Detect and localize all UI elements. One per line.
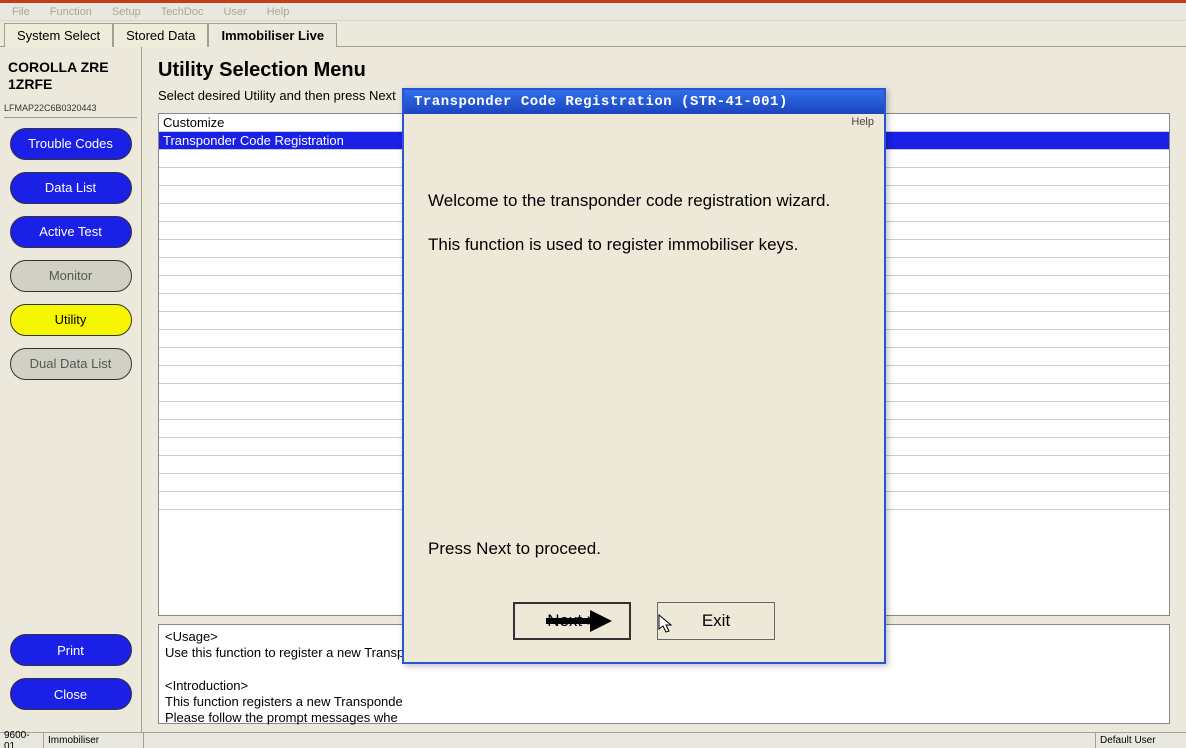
vehicle-label: COROLLA ZRE 1ZRFE <box>4 57 137 103</box>
menu-user[interactable]: User <box>217 5 252 19</box>
statusbar: 9600-01 Immobiliser Default User <box>0 732 1186 748</box>
exit-button[interactable]: Exit <box>657 602 775 640</box>
dialog-title: Transponder Code Registration (STR-41-00… <box>404 90 884 114</box>
menu-techdoc[interactable]: TechDoc <box>155 5 210 19</box>
intro-text-1: This function registers a new Transponde <box>165 694 403 709</box>
tab-stored-data[interactable]: Stored Data <box>113 23 208 47</box>
annotation-arrow-icon <box>544 606 614 636</box>
active-test-button[interactable]: Active Test <box>10 216 132 248</box>
dialog-button-row: Next > Exit <box>404 592 884 662</box>
tabbar: System Select Stored Data Immobiliser Li… <box>0 21 1186 47</box>
menubar: File Function Setup TechDoc User Help <box>0 3 1186 21</box>
usage-text: Use this function to register a new Tran… <box>165 645 404 660</box>
trouble-codes-button[interactable]: Trouble Codes <box>10 128 132 160</box>
status-spacer <box>144 733 1096 748</box>
transponder-wizard-dialog: Transponder Code Registration (STR-41-00… <box>402 88 886 664</box>
monitor-button: Monitor <box>10 260 132 292</box>
print-button[interactable]: Print <box>10 634 132 666</box>
menu-file[interactable]: File <box>6 5 36 19</box>
tab-system-select[interactable]: System Select <box>4 23 113 47</box>
sidebar: COROLLA ZRE 1ZRFE LFMAP22C6B0320443 Trou… <box>0 47 142 732</box>
menu-help[interactable]: Help <box>261 5 296 19</box>
intro-header: <Introduction> <box>165 678 248 693</box>
status-user: Default User <box>1096 733 1186 748</box>
status-system: Immobiliser <box>44 733 144 748</box>
intro-text-2: Please follow the prompt messages whe <box>165 710 398 725</box>
menu-function[interactable]: Function <box>44 5 98 19</box>
dialog-text-function: This function is used to register immobi… <box>428 234 860 256</box>
usage-header: <Usage> <box>165 629 218 644</box>
status-code: 9600-01 <box>0 733 44 748</box>
dialog-help-link[interactable]: Help <box>404 114 884 130</box>
dialog-text-proceed: Press Next to proceed. <box>428 538 601 560</box>
menu-setup[interactable]: Setup <box>106 5 147 19</box>
data-list-button[interactable]: Data List <box>10 172 132 204</box>
dialog-body: Welcome to the transponder code registra… <box>404 130 884 592</box>
vehicle-id: LFMAP22C6B0320443 <box>4 103 137 118</box>
dialog-text-welcome: Welcome to the transponder code registra… <box>428 190 860 212</box>
utility-button[interactable]: Utility <box>10 304 132 336</box>
close-button[interactable]: Close <box>10 678 132 710</box>
tab-immobiliser-live[interactable]: Immobiliser Live <box>208 23 337 47</box>
dual-data-list-button: Dual Data List <box>10 348 132 380</box>
page-title: Utility Selection Menu <box>158 59 1170 82</box>
